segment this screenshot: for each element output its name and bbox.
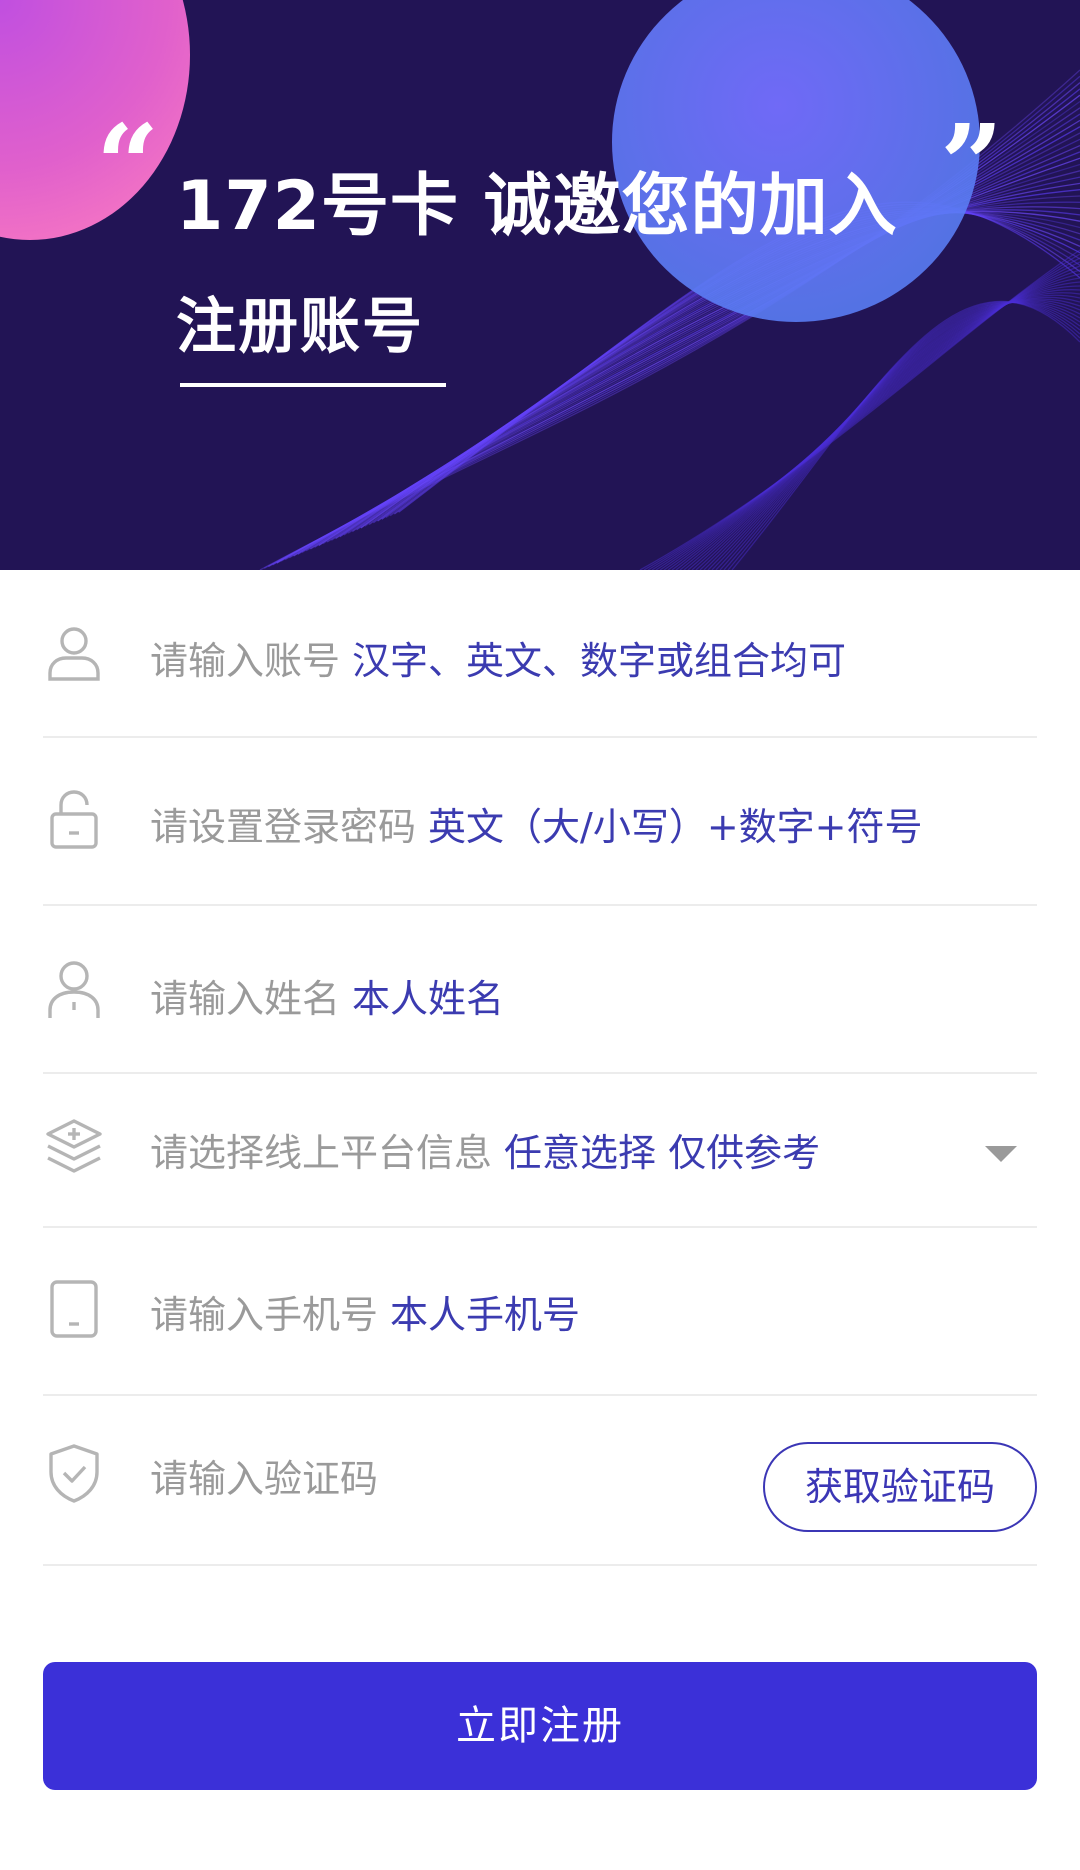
account-input[interactable]: 请输入账号 汉字、英文、数字或组合均可 xyxy=(150,630,846,685)
password-placeholder: 请设置登录密码 xyxy=(150,805,417,849)
person-icon xyxy=(43,958,105,1020)
layers-icon xyxy=(43,1116,105,1178)
phone-icon xyxy=(43,1278,105,1340)
platform-hint: 任意选择 仅供参考 xyxy=(504,1131,821,1175)
open-quote-mark: “ xyxy=(96,100,160,229)
register-button[interactable]: 立即注册 xyxy=(43,1662,1037,1790)
phone-field[interactable]: 请输入手机号 本人手机号 xyxy=(43,1228,1037,1396)
name-placeholder: 请输入姓名 xyxy=(150,977,341,1021)
verification-code-input[interactable]: 请输入验证码 xyxy=(150,1448,378,1503)
account-hint: 汉字、英文、数字或组合均可 xyxy=(352,639,847,683)
platform-select[interactable]: 请选择线上平台信息 任意选择 仅供参考 xyxy=(43,1074,1037,1228)
phone-hint: 本人手机号 xyxy=(390,1293,581,1337)
name-hint: 本人姓名 xyxy=(352,977,505,1021)
password-field[interactable]: 请设置登录密码 英文（大/小写）+数字+符号 xyxy=(43,738,1037,906)
password-hint: 英文（大/小写）+数字+符号 xyxy=(428,805,923,849)
get-code-button[interactable]: 获取验证码 xyxy=(763,1442,1037,1532)
name-input[interactable]: 请输入姓名 本人姓名 xyxy=(150,968,504,1023)
platform-placeholder: 请选择线上平台信息 xyxy=(150,1131,493,1175)
close-quote-mark: ” xyxy=(940,100,1004,229)
subtitle-underline xyxy=(180,383,446,387)
lock-icon xyxy=(43,788,105,850)
chevron-down-icon[interactable] xyxy=(985,1146,1017,1162)
verification-code-placeholder: 请输入验证码 xyxy=(150,1457,379,1501)
platform-select-text[interactable]: 请选择线上平台信息 任意选择 仅供参考 xyxy=(150,1122,820,1177)
account-placeholder: 请输入账号 xyxy=(150,639,341,683)
name-field[interactable]: 请输入姓名 本人姓名 xyxy=(43,906,1037,1074)
phone-input[interactable]: 请输入手机号 本人手机号 xyxy=(150,1284,580,1339)
header-banner: “ 172号卡 诚邀您的加入 ” 注册账号 xyxy=(0,0,1080,570)
page-title: 172号卡 诚邀您的加入 xyxy=(176,167,898,246)
verification-code-field[interactable]: 请输入验证码 获取验证码 xyxy=(43,1396,1037,1566)
shield-check-icon xyxy=(43,1442,105,1504)
password-input[interactable]: 请设置登录密码 英文（大/小写）+数字+符号 xyxy=(150,796,923,851)
phone-placeholder: 请输入手机号 xyxy=(150,1293,379,1337)
account-field[interactable]: 请输入账号 汉字、英文、数字或组合均可 xyxy=(43,570,1037,738)
page-subtitle: 注册账号 xyxy=(176,292,424,362)
user-icon xyxy=(43,622,105,684)
